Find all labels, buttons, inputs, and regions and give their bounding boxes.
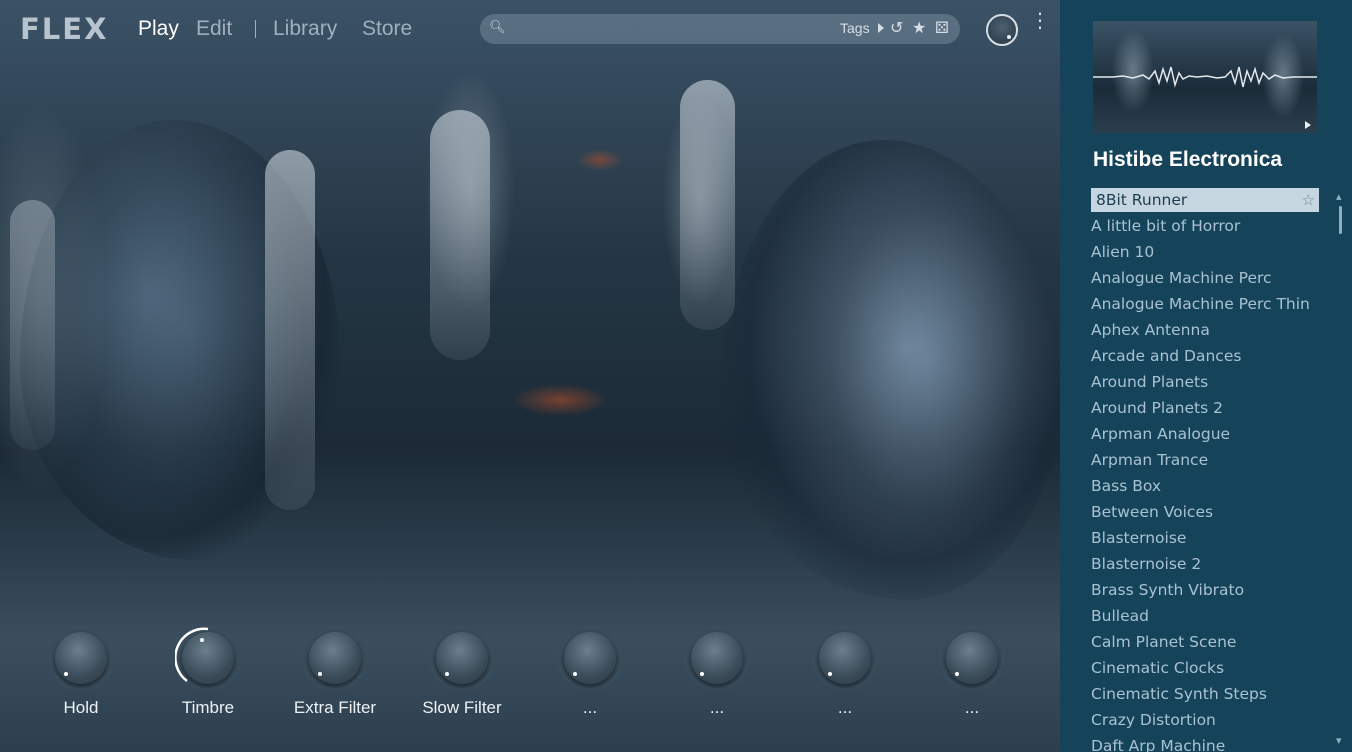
nav-store[interactable]: Store [362,17,412,41]
preset-item[interactable]: Blasternoise [1091,526,1319,552]
scroll-down-icon[interactable]: ▾ [1336,734,1342,747]
knob-control[interactable] [302,625,368,691]
nav-divider [255,20,256,38]
preset-item[interactable]: Daft Arp Machine [1091,734,1319,752]
pack-artwork[interactable] [1093,21,1317,133]
flex-logo: FLEX [20,12,109,46]
preset-item[interactable]: Analogue Machine Perc [1091,266,1319,292]
search-icon: 🔍︎ [489,20,506,35]
knob-control[interactable] [48,625,114,691]
favorite-star-icon[interactable]: ☆ [1302,188,1315,212]
knob-control[interactable] [684,625,750,691]
knob-unassigned-2: ... [652,620,782,730]
artwork-highlight [680,80,735,330]
top-bar: FLEX Play Edit Library Store 🔍︎ Tags ↺ ★… [0,0,1060,60]
knob-label: Hold [63,698,99,717]
preset-item[interactable]: Bullead [1091,604,1319,630]
knob-label: Extra Filter [293,698,377,717]
artwork-face-right [720,140,1060,600]
preset-item[interactable]: A little bit of Horror [1091,214,1319,240]
tags-button[interactable]: Tags [840,20,870,36]
pack-title: Histibe Electronica [1093,148,1283,171]
search-bar: 🔍︎ Tags ↺ ★ ⚄ [480,14,960,44]
nav-library[interactable]: Library [273,17,337,41]
preset-item[interactable]: Arpman Analogue [1091,422,1319,448]
macro-knobs: Hold Timbre Extra Filter Slow Filter ...… [0,620,1060,730]
preset-item[interactable]: Alien 10 [1091,240,1319,266]
artwork-highlight [265,150,315,510]
nav-play[interactable]: Play [138,17,179,41]
knob-slow-filter: Slow Filter [397,620,527,730]
search-input[interactable] [510,18,810,40]
knob-label: ... [582,698,598,717]
knob-control[interactable] [939,625,1005,691]
history-icon[interactable]: ↺ [890,18,903,37]
nav-edit[interactable]: Edit [196,17,232,41]
preset-item[interactable]: Arpman Trance [1091,448,1319,474]
preset-list: 8Bit Runner ☆ A little bit of Horror Alie… [1091,188,1319,752]
preset-item[interactable]: Around Planets 2 [1091,396,1319,422]
knob-control[interactable] [557,625,623,691]
preset-item[interactable]: Between Voices [1091,500,1319,526]
preset-item[interactable]: Aphex Antenna [1091,318,1319,344]
knob-hold: Hold [16,620,146,730]
preset-item[interactable]: Brass Synth Vibrato [1091,578,1319,604]
preset-item[interactable]: Blasternoise 2 [1091,552,1319,578]
preset-item[interactable]: Arcade and Dances [1091,344,1319,370]
dice-icon[interactable]: ⚄ [935,18,949,37]
artwork-highlight [10,200,55,450]
play-preview-icon[interactable] [1305,121,1311,129]
preset-item[interactable]: Around Planets [1091,370,1319,396]
scroll-up-icon[interactable]: ▴ [1336,190,1342,203]
knob-unassigned-3: ... [780,620,910,730]
waveform-preview [1093,66,1317,88]
knob-extra-filter: Extra Filter [270,620,400,730]
preset-item[interactable]: Crazy Distortion [1091,708,1319,734]
preset-item-selected[interactable]: 8Bit Runner ☆ [1091,188,1319,212]
preset-item[interactable]: Cinematic Synth Steps [1091,682,1319,708]
more-menu-icon[interactable]: ⋮ [1030,10,1050,30]
knob-control[interactable] [812,625,878,691]
preset-item[interactable]: Calm Planet Scene [1091,630,1319,656]
knob-timbre: Timbre [143,620,273,730]
knob-unassigned-4: ... [907,620,1037,730]
knob-unassigned-1: ... [525,620,655,730]
knob-label: Timbre [181,698,235,717]
tags-expand-icon[interactable] [878,23,884,33]
preset-browser-panel: Histibe Electronica 8Bit Runner ☆ A littl… [1060,0,1352,752]
preset-item[interactable]: Bass Box [1091,474,1319,500]
artwork-highlight [430,110,490,360]
knob-control[interactable] [175,625,241,691]
knob-label: ... [964,698,980,717]
master-volume-knob[interactable] [986,14,1018,46]
knob-label: ... [709,698,725,717]
knob-label: ... [837,698,853,717]
preset-item[interactable]: Cinematic Clocks [1091,656,1319,682]
scrollbar-thumb[interactable] [1339,206,1342,234]
star-icon[interactable]: ★ [912,18,926,37]
preset-item[interactable]: Analogue Machine Perc Thin [1091,292,1319,318]
knob-control[interactable] [429,625,495,691]
knob-label: Slow Filter [422,698,502,717]
